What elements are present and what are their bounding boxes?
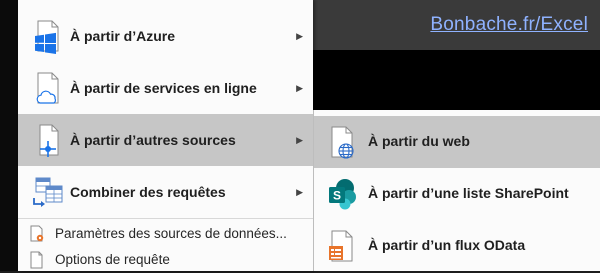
menu-item-label: Combiner des requêtes [70, 184, 226, 200]
combine-queries-icon [33, 177, 63, 207]
submenu-item-web[interactable]: À partir du web [314, 116, 600, 168]
azure-windows-icon [35, 20, 59, 54]
brand-link[interactable]: Bonbache.fr/Excel [430, 14, 588, 36]
menu-item-label: À partir d’autres sources [70, 132, 236, 148]
get-data-menu: À partir d’Azure ▶ À partir de services … [18, 0, 313, 271]
odata-feed-icon [329, 230, 353, 262]
menu-separator [18, 218, 313, 219]
svg-text:S: S [333, 189, 341, 203]
dark-band [313, 50, 600, 110]
menu-item-data-source-settings[interactable]: Paramètres des sources de données... [18, 221, 313, 247]
sharepoint-icon: S [329, 179, 356, 210]
data-source-settings-icon [30, 225, 44, 242]
submenu-item-label: À partir d’un flux OData [368, 237, 526, 253]
menu-item-label: Paramètres des sources de données... [55, 226, 287, 241]
menu-item-azure[interactable]: À partir d’Azure ▶ [18, 10, 313, 62]
submenu-item-odata[interactable]: À partir d’un flux OData [314, 220, 600, 272]
query-options-icon [30, 251, 43, 269]
menu-item-label: À partir d’Azure [70, 28, 176, 44]
cloud-document-icon [36, 72, 59, 104]
submenu-item-label: À partir du web [368, 133, 470, 149]
other-sources-submenu: À partir du web S À partir d’une liste S… [313, 110, 600, 271]
chevron-right-icon: ▶ [296, 134, 303, 145]
header-band: Bonbache.fr/Excel [313, 0, 600, 50]
other-sources-icon [39, 124, 59, 157]
menu-item-label: À partir de services en ligne [70, 80, 257, 96]
menu-item-label: Options de requête [55, 252, 170, 267]
web-globe-icon [331, 126, 354, 159]
menu-item-combine-queries[interactable]: Combiner des requêtes ▶ [18, 166, 313, 218]
menu-item-query-options[interactable]: Options de requête [18, 247, 313, 273]
window-edge [0, 0, 18, 271]
submenu-item-sharepoint[interactable]: S À partir d’une liste SharePoint [314, 168, 600, 220]
chevron-right-icon: ▶ [296, 186, 303, 197]
menu-item-online-services[interactable]: À partir de services en ligne ▶ [18, 62, 313, 114]
submenu-item-label: À partir d’une liste SharePoint [368, 185, 569, 201]
chevron-right-icon: ▶ [296, 82, 303, 93]
menu-item-other-sources[interactable]: À partir d’autres sources ▶ [18, 114, 313, 166]
chevron-right-icon: ▶ [296, 30, 303, 41]
